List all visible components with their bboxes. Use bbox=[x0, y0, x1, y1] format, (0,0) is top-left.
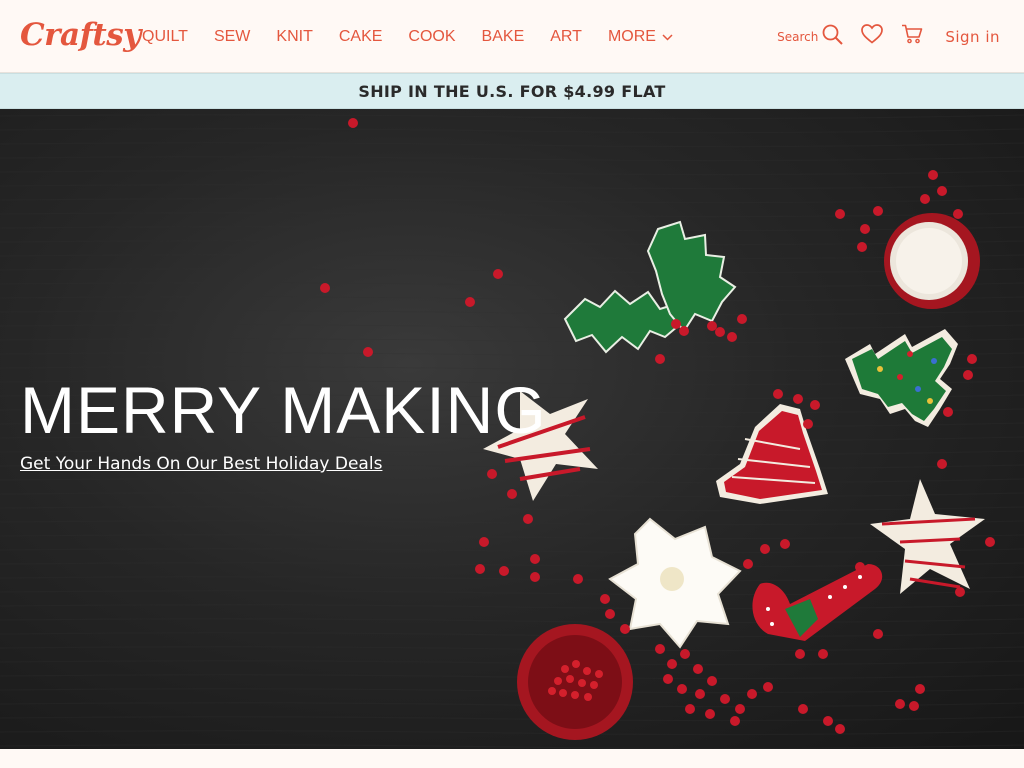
craftsy-logo[interactable]: Craftsy bbox=[20, 12, 141, 58]
nav-item-label[interactable]: ART bbox=[550, 28, 582, 46]
nav-item-more[interactable]: MORE bbox=[608, 28, 673, 46]
nav-item-quilt[interactable]: QUILT bbox=[142, 28, 188, 46]
hero-title: MERRY MAKING bbox=[20, 373, 547, 447]
red-bowl-sprinkles bbox=[517, 624, 633, 740]
sign-in-link[interactable]: Sign in bbox=[945, 28, 1000, 46]
logo-text[interactable]: Craftsy bbox=[20, 12, 141, 58]
heart-icon[interactable] bbox=[861, 24, 884, 49]
site-header: Craftsy QUILT SEW KNIT CAKE COOK BAKE AR… bbox=[0, 0, 1024, 73]
nav-item-bake[interactable]: BAKE bbox=[482, 28, 525, 46]
nav-item-label[interactable]: SEW bbox=[214, 28, 250, 46]
cart-button[interactable] bbox=[901, 24, 923, 49]
header-tools: Search Sign in bbox=[777, 0, 1000, 73]
nav-item-sew[interactable]: SEW bbox=[214, 28, 250, 46]
page-bottom-strip bbox=[0, 749, 1024, 768]
nav-item-art[interactable]: ART bbox=[550, 28, 582, 46]
promo-banner[interactable]: SHIP IN THE U.S. FOR $4.99 FLAT bbox=[0, 73, 1024, 109]
hero-banner[interactable]: MERRY MAKING Get Your Hands On Our Best … bbox=[0, 109, 1024, 749]
holiday-deals-link[interactable]: Get Your Hands On Our Best Holiday Deals bbox=[20, 454, 382, 474]
nav-item-label[interactable]: QUILT bbox=[142, 28, 188, 46]
nav-item-label[interactable]: BAKE bbox=[482, 28, 525, 46]
nav-item-label[interactable]: MORE bbox=[608, 28, 656, 46]
promo-text[interactable]: SHIP IN THE U.S. FOR $4.99 FLAT bbox=[358, 82, 665, 101]
search-label[interactable]: Search bbox=[777, 30, 818, 44]
nav-item-knit[interactable]: KNIT bbox=[276, 28, 312, 46]
nav-item-label[interactable]: COOK bbox=[408, 28, 455, 46]
chevron-down-icon[interactable] bbox=[662, 28, 673, 46]
nav-item-cake[interactable]: CAKE bbox=[339, 28, 383, 46]
nav-item-label[interactable]: KNIT bbox=[276, 28, 312, 46]
main-nav: QUILT SEW KNIT CAKE COOK BAKE ART MORE bbox=[142, 0, 699, 73]
search-icon[interactable] bbox=[822, 24, 844, 50]
wishlist-button[interactable] bbox=[861, 24, 884, 49]
search-button[interactable]: Search bbox=[777, 24, 844, 50]
nav-item-label[interactable]: CAKE bbox=[339, 28, 383, 46]
nav-item-cook[interactable]: COOK bbox=[408, 28, 455, 46]
cart-icon[interactable] bbox=[901, 24, 923, 49]
red-bowl-pearls bbox=[884, 213, 980, 309]
